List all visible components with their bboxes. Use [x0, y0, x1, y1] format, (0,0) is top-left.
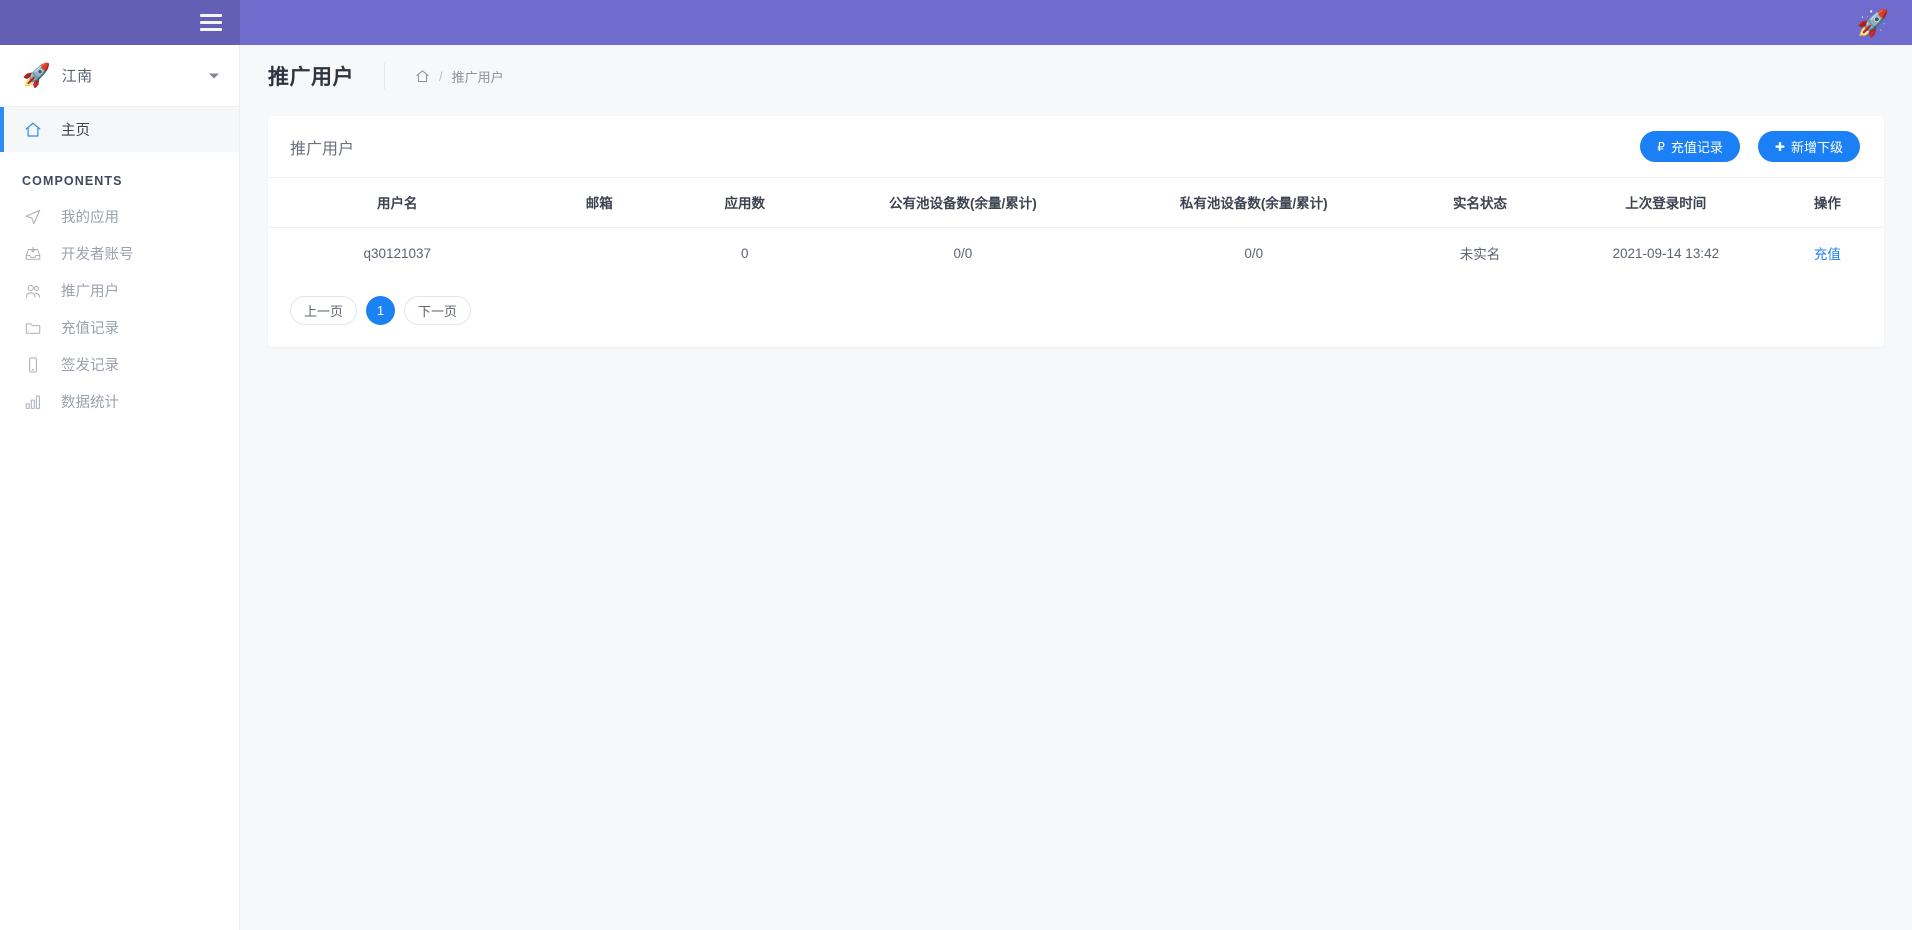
brand-selector[interactable]: 🚀 江南 [0, 45, 239, 107]
cell-username: q30121037 [268, 228, 527, 279]
rocket-icon[interactable]: 🚀 [1856, 6, 1890, 40]
sidebar-item-my-apps[interactable]: 我的应用 [0, 198, 239, 235]
breadcrumb: / 推广用户 [384, 63, 504, 89]
recharge-link[interactable]: 充值 [1814, 247, 1841, 262]
inbox-download-icon [22, 243, 44, 265]
column-header-username: 用户名 [268, 178, 527, 228]
app-root: 🚀 🚀 江南 主页 COMPONENTS [0, 0, 1912, 930]
column-header-public-pool: 公有池设备数(余量/累计) [817, 178, 1108, 228]
cell-public-pool: 0/0 [817, 228, 1108, 279]
breadcrumb-separator: / [439, 69, 443, 84]
sidebar-item-label: 签发记录 [61, 354, 119, 375]
promotion-users-table: 用户名 邮箱 应用数 公有池设备数(余量/累计) 私有池设备数(余量/累计) 实… [268, 178, 1884, 278]
bar-chart-icon [22, 391, 44, 413]
brand-name: 江南 [62, 65, 93, 86]
menu-toggle-icon[interactable] [200, 14, 222, 31]
cell-action: 充值 [1771, 228, 1884, 279]
sidebar: 🚀 江南 主页 COMPONENTS 我的应用 [0, 45, 240, 930]
sidebar-item-home[interactable]: 主页 [0, 107, 239, 152]
recharge-records-button-label: 充值记录 [1671, 137, 1723, 156]
send-icon [22, 206, 44, 228]
table-header: 用户名 邮箱 应用数 公有池设备数(余量/累计) 私有池设备数(余量/累计) 实… [268, 178, 1884, 228]
sidebar-nav-list: 我的应用 开发者账号 [0, 198, 239, 420]
sidebar-item-label: 数据统计 [61, 391, 119, 412]
home-icon [22, 119, 44, 141]
sidebar-section-title: COMPONENTS [0, 152, 239, 198]
table-header-row: 用户名 邮箱 应用数 公有池设备数(余量/累计) 私有池设备数(余量/累计) 实… [268, 178, 1884, 228]
sidebar-item-developer-account[interactable]: 开发者账号 [0, 235, 239, 272]
pagination-prev-button[interactable]: 上一页 [290, 296, 357, 325]
chevron-down-icon[interactable] [209, 73, 219, 78]
card-title: 推广用户 [290, 135, 354, 159]
sidebar-item-label: 我的应用 [61, 206, 119, 227]
topbar-left-section [0, 0, 240, 45]
pagination-next-button[interactable]: 下一页 [404, 296, 471, 325]
payment-icon: ₽ [1657, 141, 1665, 153]
table-row: q30121037 0 0/0 0/0 未实名 2021-09-14 13:42… [268, 228, 1884, 279]
sidebar-item-recharge-records[interactable]: 充值记录 [0, 309, 239, 346]
sidebar-item-label: 开发者账号 [61, 243, 134, 264]
mobile-icon [22, 354, 44, 376]
table-body: q30121037 0 0/0 0/0 未实名 2021-09-14 13:42… [268, 228, 1884, 279]
topbar-right-section: 🚀 [240, 0, 1912, 45]
promotion-users-card: 推广用户 ₽ 充值记录 ✚ 新增下级 用户名 邮箱 [268, 116, 1884, 347]
sidebar-item-label: 充值记录 [61, 317, 119, 338]
hamburger-line [200, 14, 222, 17]
brand-logo-icon: 🚀 [22, 64, 51, 87]
add-sub-user-button[interactable]: ✚ 新增下级 [1758, 131, 1860, 162]
sidebar-item-data-statistics[interactable]: 数据统计 [0, 383, 239, 420]
page-header: 推广用户 / 推广用户 [240, 45, 1912, 107]
column-header-private-pool: 私有池设备数(余量/累计) [1108, 178, 1399, 228]
breadcrumb-home-icon[interactable] [415, 69, 430, 84]
cell-private-pool: 0/0 [1108, 228, 1399, 279]
cell-last-login: 2021-09-14 13:42 [1561, 228, 1771, 279]
add-sub-user-button-label: 新增下级 [1791, 137, 1843, 156]
users-icon [22, 280, 44, 302]
column-header-last-login: 上次登录时间 [1561, 178, 1771, 228]
card-actions: ₽ 充值记录 ✚ 新增下级 [1640, 131, 1860, 162]
column-header-action: 操作 [1771, 178, 1884, 228]
main-content: 推广用户 / 推广用户 推广用户 ₽ 充值记录 [240, 45, 1912, 930]
column-header-app-count: 应用数 [672, 178, 817, 228]
cell-realname: 未实名 [1399, 228, 1561, 279]
cell-email [527, 228, 672, 279]
pagination: 上一页 1 下一页 [268, 278, 1884, 347]
pagination-page-1[interactable]: 1 [366, 296, 395, 325]
page-title: 推广用户 [268, 61, 354, 91]
hamburger-line [200, 21, 222, 24]
column-header-email: 邮箱 [527, 178, 672, 228]
sidebar-item-label: 主页 [61, 119, 90, 140]
plus-icon: ✚ [1775, 141, 1785, 153]
sidebar-item-label: 推广用户 [61, 280, 119, 301]
cell-app-count: 0 [672, 228, 817, 279]
column-header-realname: 实名状态 [1399, 178, 1561, 228]
recharge-records-button[interactable]: ₽ 充值记录 [1640, 131, 1740, 162]
card-header: 推广用户 ₽ 充值记录 ✚ 新增下级 [268, 116, 1884, 178]
sidebar-item-promotion-users[interactable]: 推广用户 [0, 272, 239, 309]
folder-icon [22, 317, 44, 339]
hamburger-line [200, 28, 222, 31]
breadcrumb-current: 推广用户 [452, 67, 504, 86]
sidebar-item-issuance-records[interactable]: 签发记录 [0, 346, 239, 383]
